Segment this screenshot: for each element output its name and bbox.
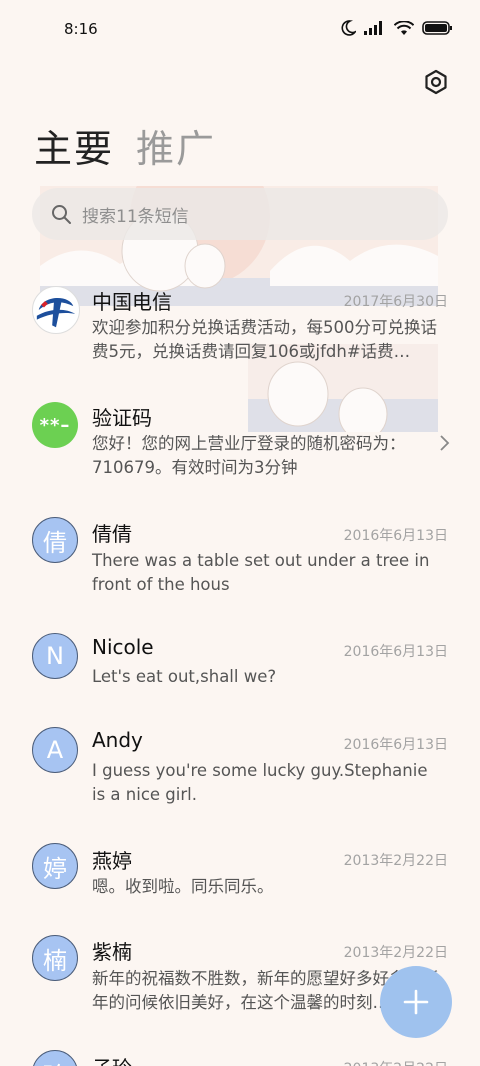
- message-date: 2017年6月30日: [343, 294, 448, 310]
- message-row-verification-code[interactable]: **– 验证码 您好！您的网上营业厅登录的随机密码为：710679。有效时间为3…: [0, 400, 480, 490]
- sender-name: 燕婷: [92, 849, 132, 873]
- message-row[interactable]: A Andy 2016年6月13日 I guess you're some lu…: [0, 726, 480, 816]
- message-date: 2013年2月22日: [344, 1058, 448, 1066]
- plus-icon: [403, 989, 429, 1015]
- message-date: 2016年6月13日: [343, 737, 448, 753]
- signal-icon: [364, 21, 382, 35]
- search-input[interactable]: 搜索11条短信: [82, 202, 189, 227]
- tab-promotions[interactable]: 推广: [136, 118, 216, 173]
- new-message-button[interactable]: [380, 966, 452, 1038]
- status-bar: 8:16: [0, 0, 480, 62]
- message-row-china-telecom[interactable]: 中国电信 2017年6月30日 欢迎参加积分兑换话费活动，每500分可兑换话费5…: [0, 282, 480, 382]
- message-preview: 嗯。收到啦。同乐同乐。: [92, 877, 274, 896]
- avatar: A: [32, 727, 78, 773]
- settings-button[interactable]: [422, 68, 450, 96]
- message-row[interactable]: 玲 子玲 2013年2月22日: [0, 1048, 480, 1066]
- chevron-right-icon[interactable]: [438, 434, 450, 452]
- sender-name: 倩倩: [92, 522, 132, 546]
- sender-name: 中国电信: [92, 290, 172, 314]
- message-date: 2013年2月22日: [343, 945, 448, 961]
- message-date: 2016年6月13日: [343, 528, 448, 544]
- tab-bar: 主要 推广: [34, 118, 216, 173]
- avatar: 玲: [32, 1050, 78, 1066]
- sender-name: 紫楠: [92, 940, 132, 964]
- avatar: 倩: [32, 517, 78, 563]
- message-date: 2013年2月22日: [343, 853, 448, 869]
- sender-name: 验证码: [92, 406, 152, 430]
- message-preview: 您好！您的网上营业厅登录的随机密码为：710679。有效时间为3分钟: [92, 434, 406, 477]
- message-preview: Let's eat out,shall we?: [92, 667, 277, 686]
- search-bar[interactable]: 搜索11条短信: [32, 188, 448, 240]
- message-date: 2016年6月13日: [343, 644, 448, 660]
- sender-name: Nicole: [92, 635, 154, 659]
- gear-icon: [425, 69, 447, 95]
- avatar: 楠: [32, 935, 78, 981]
- message-row[interactable]: 婷 燕婷 2013年2月22日 嗯。收到啦。同乐同乐。: [0, 842, 480, 912]
- sender-name: 子玲: [92, 1052, 132, 1066]
- message-preview: I guess you're some lucky guy.Stephanie …: [92, 761, 428, 804]
- avatar: 婷: [32, 843, 78, 889]
- status-time: 8:16: [64, 20, 98, 38]
- message-preview: 欢迎参加积分兑换话费活动，每500分可兑换话费5元，兑换话费请回复106或jfd…: [92, 318, 437, 361]
- message-preview: There was a table set out under a tree i…: [92, 551, 430, 594]
- message-row[interactable]: 倩 倩倩 2016年6月13日 There was a table set ou…: [0, 516, 480, 606]
- search-icon: [52, 205, 71, 224]
- sender-name: Andy: [92, 728, 143, 752]
- avatar: N: [32, 633, 78, 679]
- battery-icon: [422, 21, 452, 35]
- message-row[interactable]: N Nicole 2016年6月13日 Let's eat out,shall …: [0, 632, 480, 702]
- tab-primary[interactable]: 主要: [34, 118, 114, 173]
- moon-icon: [341, 20, 356, 36]
- wifi-icon: [394, 20, 414, 35]
- avatar: **–: [32, 402, 78, 448]
- china-telecom-logo-icon: [32, 286, 80, 334]
